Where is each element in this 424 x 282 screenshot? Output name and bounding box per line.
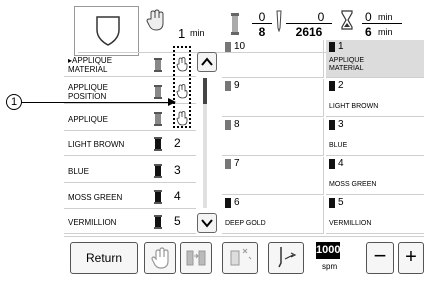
spool-icon bbox=[329, 42, 335, 52]
callout-highlight bbox=[173, 46, 191, 128]
callout-number: 1 bbox=[6, 94, 22, 110]
hourglass-icon bbox=[341, 10, 353, 30]
scrollbar-thumb[interactable] bbox=[203, 78, 207, 104]
color-name: LIGHT BROWN bbox=[68, 140, 125, 149]
color-name: VERMILLION bbox=[68, 218, 117, 227]
spool-cell[interactable]: 6 DEEP GOLD bbox=[222, 196, 324, 234]
spool-icon bbox=[225, 120, 231, 130]
spool-number: 10 bbox=[234, 41, 246, 52]
spool-color-name: VERMILLION bbox=[329, 220, 372, 227]
spool-cell[interactable]: 5 VERMILLION bbox=[326, 196, 424, 234]
stitch-current: 0 bbox=[317, 10, 325, 24]
total-time-unit: min bbox=[378, 27, 393, 37]
spool-icon bbox=[225, 198, 231, 208]
sewing-time-value: 1 bbox=[178, 26, 186, 41]
spool-cell[interactable]: 8 bbox=[222, 118, 324, 156]
spool-number: 7 bbox=[234, 158, 240, 169]
hand-stop-icon bbox=[151, 247, 169, 269]
spool-icon bbox=[154, 137, 162, 151]
spool-icon bbox=[225, 159, 231, 169]
shield-pattern-icon bbox=[96, 16, 120, 46]
spool-icon bbox=[154, 164, 162, 178]
spool-swap-button[interactable] bbox=[180, 242, 212, 274]
spool-cell[interactable]: 10 bbox=[222, 40, 324, 78]
color-name: APPLIQUE bbox=[68, 115, 109, 124]
color-order-number: 3 bbox=[174, 163, 181, 177]
stitch-total: 2616 bbox=[295, 25, 323, 39]
chevron-up-icon bbox=[201, 57, 213, 66]
spool-number: 5 bbox=[338, 197, 344, 208]
spool-color-name: BLUE bbox=[329, 142, 348, 149]
color-name: BLUE bbox=[68, 167, 89, 176]
speed-value: 1000 bbox=[316, 242, 340, 259]
stitch-divider bbox=[286, 23, 332, 24]
fraction-divider bbox=[252, 23, 272, 24]
spool-swap-icon bbox=[186, 250, 206, 266]
thread-sort-icon bbox=[230, 248, 252, 266]
color-change-total: 8 bbox=[258, 25, 266, 39]
scroll-up-button[interactable] bbox=[197, 52, 217, 72]
color-order-number: 4 bbox=[174, 189, 181, 203]
scroll-down-button[interactable] bbox=[197, 213, 217, 233]
spool-icon bbox=[225, 42, 231, 52]
return-button[interactable]: Return bbox=[70, 242, 138, 274]
color-list-row[interactable]: LIGHT BROWN 2 bbox=[64, 132, 196, 156]
color-list-row[interactable]: VERMILLION 5 bbox=[64, 210, 196, 234]
chevron-down-icon bbox=[201, 219, 213, 228]
spool-cell[interactable]: 9 bbox=[222, 79, 324, 117]
spool-icon bbox=[225, 81, 231, 91]
spool-color-name: DEEP GOLD bbox=[225, 220, 266, 227]
color-order-number: 5 bbox=[174, 214, 181, 228]
callout-leader-line bbox=[20, 102, 173, 103]
spool-cell[interactable]: 1 APPLIQUE MATERIAL bbox=[326, 40, 424, 78]
speed-unit: spm bbox=[322, 262, 338, 271]
spool-color-name: LIGHT BROWN bbox=[329, 103, 379, 110]
color-list-row[interactable]: MOSS GREEN 4 bbox=[64, 185, 196, 209]
thread-sort-button[interactable] bbox=[222, 242, 258, 274]
spool-icon bbox=[154, 58, 162, 72]
spool-cell[interactable]: 7 bbox=[222, 157, 324, 195]
spool-number: 2 bbox=[338, 80, 344, 91]
spool-color-name: APPLIQUE MATERIAL bbox=[329, 57, 365, 72]
hand-stop-icon bbox=[146, 9, 164, 31]
sewing-time-unit: min bbox=[190, 28, 205, 38]
speed-minus-button[interactable]: − bbox=[366, 242, 394, 274]
speed-plus-button[interactable]: + bbox=[398, 242, 424, 274]
hand-mode-button[interactable] bbox=[144, 242, 176, 274]
spool-icon bbox=[329, 81, 335, 91]
spool-number: 6 bbox=[234, 197, 240, 208]
thread-spool-icon bbox=[231, 13, 239, 35]
spool-cell[interactable]: 2 LIGHT BROWN bbox=[326, 79, 424, 117]
needle-icon bbox=[276, 10, 282, 32]
color-name: MOSS GREEN bbox=[68, 193, 123, 202]
color-name: APPLIQUE POSITION bbox=[68, 83, 109, 101]
spool-number: 3 bbox=[338, 119, 344, 130]
elapsed-time-value: 0 bbox=[365, 10, 372, 24]
thread-trim-button[interactable] bbox=[268, 242, 304, 274]
color-change-current: 0 bbox=[258, 10, 266, 24]
callout-arrow-icon bbox=[168, 98, 176, 106]
spool-icon bbox=[154, 112, 162, 126]
color-name: ▸APPLIQUE MATERIAL bbox=[68, 56, 113, 74]
total-time-value: 6 bbox=[365, 25, 372, 39]
color-order-number: 2 bbox=[174, 136, 181, 150]
thread-trim-icon bbox=[278, 247, 297, 268]
elapsed-time-unit: min bbox=[378, 12, 393, 22]
spool-number: 4 bbox=[338, 158, 344, 169]
spool-number: 9 bbox=[234, 80, 240, 91]
spool-cell[interactable]: 4 MOSS GREEN bbox=[326, 157, 424, 195]
spool-icon bbox=[154, 190, 162, 204]
time-divider bbox=[362, 23, 402, 24]
spool-icon bbox=[329, 198, 335, 208]
spool-icon bbox=[154, 85, 162, 99]
spool-icon bbox=[154, 215, 162, 229]
spool-number: 8 bbox=[234, 119, 240, 130]
spool-color-name: MOSS GREEN bbox=[329, 181, 377, 188]
spool-icon bbox=[329, 120, 335, 130]
spool-icon bbox=[329, 159, 335, 169]
color-list-row[interactable]: BLUE 3 bbox=[64, 159, 196, 183]
footer-divider bbox=[64, 236, 424, 237]
spool-number: 1 bbox=[338, 41, 344, 52]
spool-cell[interactable]: 3 BLUE bbox=[326, 118, 424, 156]
